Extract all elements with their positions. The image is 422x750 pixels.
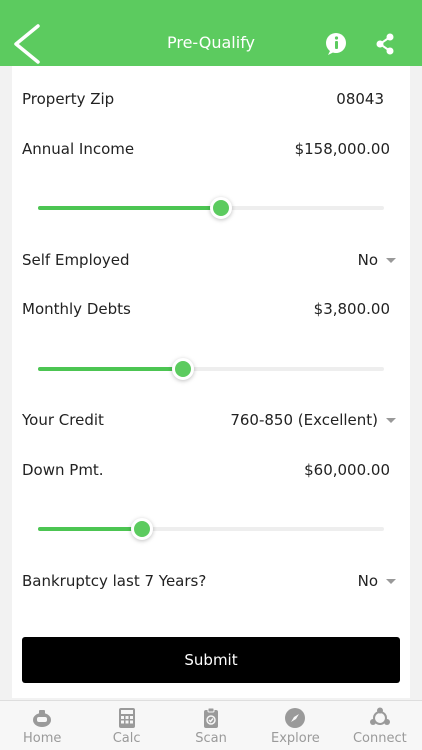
calculator-icon — [118, 708, 135, 728]
monthly-debts-slider[interactable] — [38, 358, 384, 380]
down-payment-slider[interactable] — [38, 518, 384, 540]
tab-connect[interactable]: Connect — [338, 701, 422, 750]
property-zip-input[interactable]: 08043 — [336, 90, 384, 108]
tab-label: Connect — [352, 731, 407, 746]
slider-fill — [38, 527, 142, 531]
dropdown-caret-icon — [386, 578, 396, 584]
annual-income-value[interactable]: $158,000.00 — [295, 140, 390, 158]
dropdown-caret-icon — [386, 257, 396, 263]
compass-icon — [285, 708, 306, 728]
dropdown-caret-icon — [386, 417, 396, 423]
monthly-debts-label: Monthly Debts — [22, 300, 131, 318]
app-header: Pre-Qualify — [0, 0, 422, 66]
tab-label: Home — [23, 731, 62, 746]
down-payment-value[interactable]: $60,000.00 — [304, 461, 390, 479]
tab-home[interactable]: Home — [0, 701, 84, 750]
tab-label: Explore — [271, 731, 320, 746]
self-employed-value: No — [357, 251, 378, 269]
credit-value: 760-850 (Excellent) — [230, 411, 378, 429]
credit-label: Your Credit — [22, 411, 104, 429]
down-payment-label: Down Pmt. — [22, 461, 104, 479]
share-button[interactable] — [375, 33, 395, 55]
tab-label: Scan — [195, 731, 227, 746]
clipboard-icon — [204, 707, 219, 728]
tab-bar: Home Calc Scan Explore Connect — [0, 700, 422, 750]
home-icon — [33, 710, 52, 727]
page-title: Pre-Qualify — [166, 33, 256, 52]
tab-explore[interactable]: Explore — [253, 701, 337, 750]
info-icon — [326, 33, 346, 55]
bankruptcy-value: No — [357, 572, 378, 590]
annual-income-label: Annual Income — [22, 140, 135, 158]
slider-fill — [38, 206, 222, 210]
tab-label: Calc — [112, 731, 141, 746]
property-zip-label: Property Zip — [22, 90, 115, 108]
tab-calc[interactable]: Calc — [84, 701, 168, 750]
slider-thumb[interactable] — [210, 197, 233, 219]
submit-button[interactable]: Submit — [22, 637, 400, 683]
slider-thumb[interactable] — [172, 358, 195, 380]
bankruptcy-select[interactable]: No — [358, 572, 396, 590]
slider-thumb[interactable] — [130, 518, 153, 540]
share-icon — [376, 33, 394, 55]
tab-scan[interactable]: Scan — [169, 701, 253, 750]
connect-icon — [369, 707, 390, 725]
annual-income-slider[interactable] — [38, 197, 384, 219]
monthly-debts-value[interactable]: $3,800.00 — [314, 300, 390, 318]
self-employed-select[interactable]: No — [358, 251, 396, 269]
self-employed-label: Self Employed — [22, 251, 130, 269]
prequalify-form — [12, 66, 410, 698]
bankruptcy-label: Bankruptcy last 7 Years? — [22, 572, 207, 590]
slider-fill — [38, 367, 184, 371]
credit-select[interactable]: 760-850 (Excellent) — [230, 411, 396, 429]
info-button[interactable] — [325, 32, 347, 56]
